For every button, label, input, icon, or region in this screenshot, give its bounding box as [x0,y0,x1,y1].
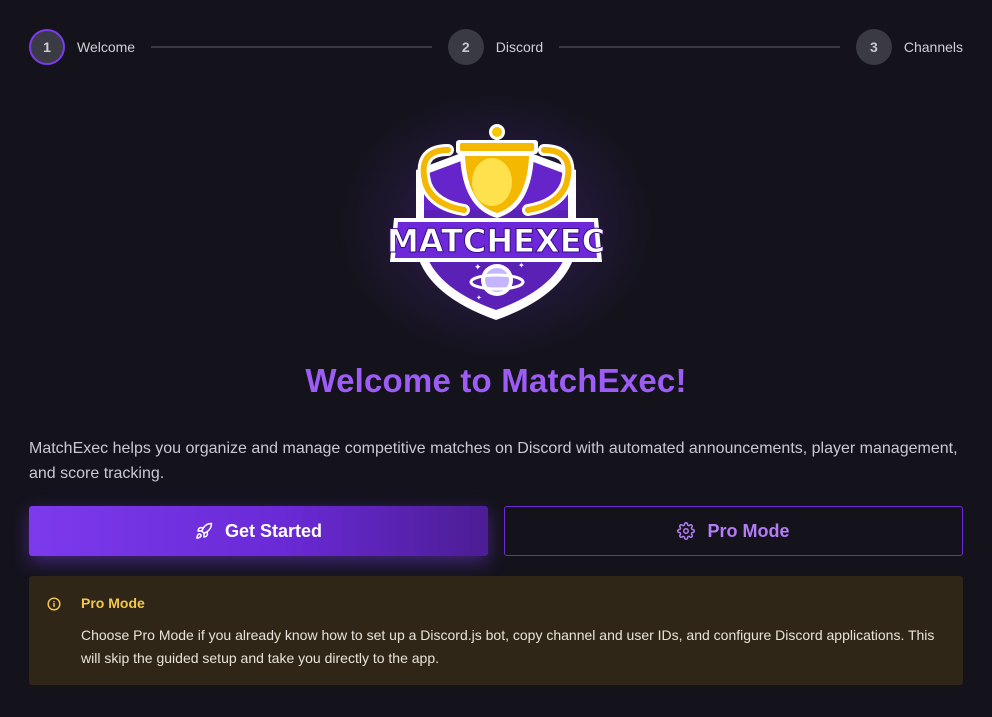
gear-icon [677,522,696,540]
info-title: Pro Mode [81,595,145,611]
pro-mode-button[interactable]: Pro Mode [504,506,963,556]
info-text: Choose Pro Mode if you already know how … [81,627,935,666]
step-connector [559,46,840,48]
svg-text:✦: ✦ [518,261,525,270]
step-number: 2 [447,29,484,65]
matchexec-logo: MATCHEXEC ✦ ✦ ✦ [336,90,656,360]
svg-text:✦: ✦ [474,263,482,273]
progress-stepper: 1 Welcome 2 Discord 3 Channels [29,29,963,65]
step-welcome: 1 Welcome [29,29,135,65]
setup-wizard-page: 1 Welcome 2 Discord 3 Channels MATCHEXEC… [0,0,992,717]
trophy-shield-logo-icon: MATCHEXEC ✦ ✦ ✦ [386,124,606,320]
pro-mode-label: Pro Mode [707,520,790,541]
svg-text:✦: ✦ [476,294,482,302]
logo-text: MATCHEXEC [387,222,605,260]
step-label: Channels [903,39,963,55]
get-started-label: Get Started [224,520,323,541]
pro-mode-info-alert: Pro Mode Choose Pro Mode if you already … [29,576,963,685]
intro-description: MatchExec helps you organize and manage … [29,440,958,482]
step-connector [151,46,432,48]
step-number: 1 [29,29,65,65]
info-icon [47,597,61,616]
page-title: Welcome to MatchExec! [305,362,687,399]
step-number: 3 [855,29,892,65]
step-channels: 3 Channels [855,29,963,65]
get-started-button[interactable]: Get Started [29,506,488,556]
rocket-icon [195,522,213,540]
step-label: Welcome [77,39,136,55]
step-label: Discord [495,39,544,55]
step-discord: 2 Discord [447,29,544,65]
